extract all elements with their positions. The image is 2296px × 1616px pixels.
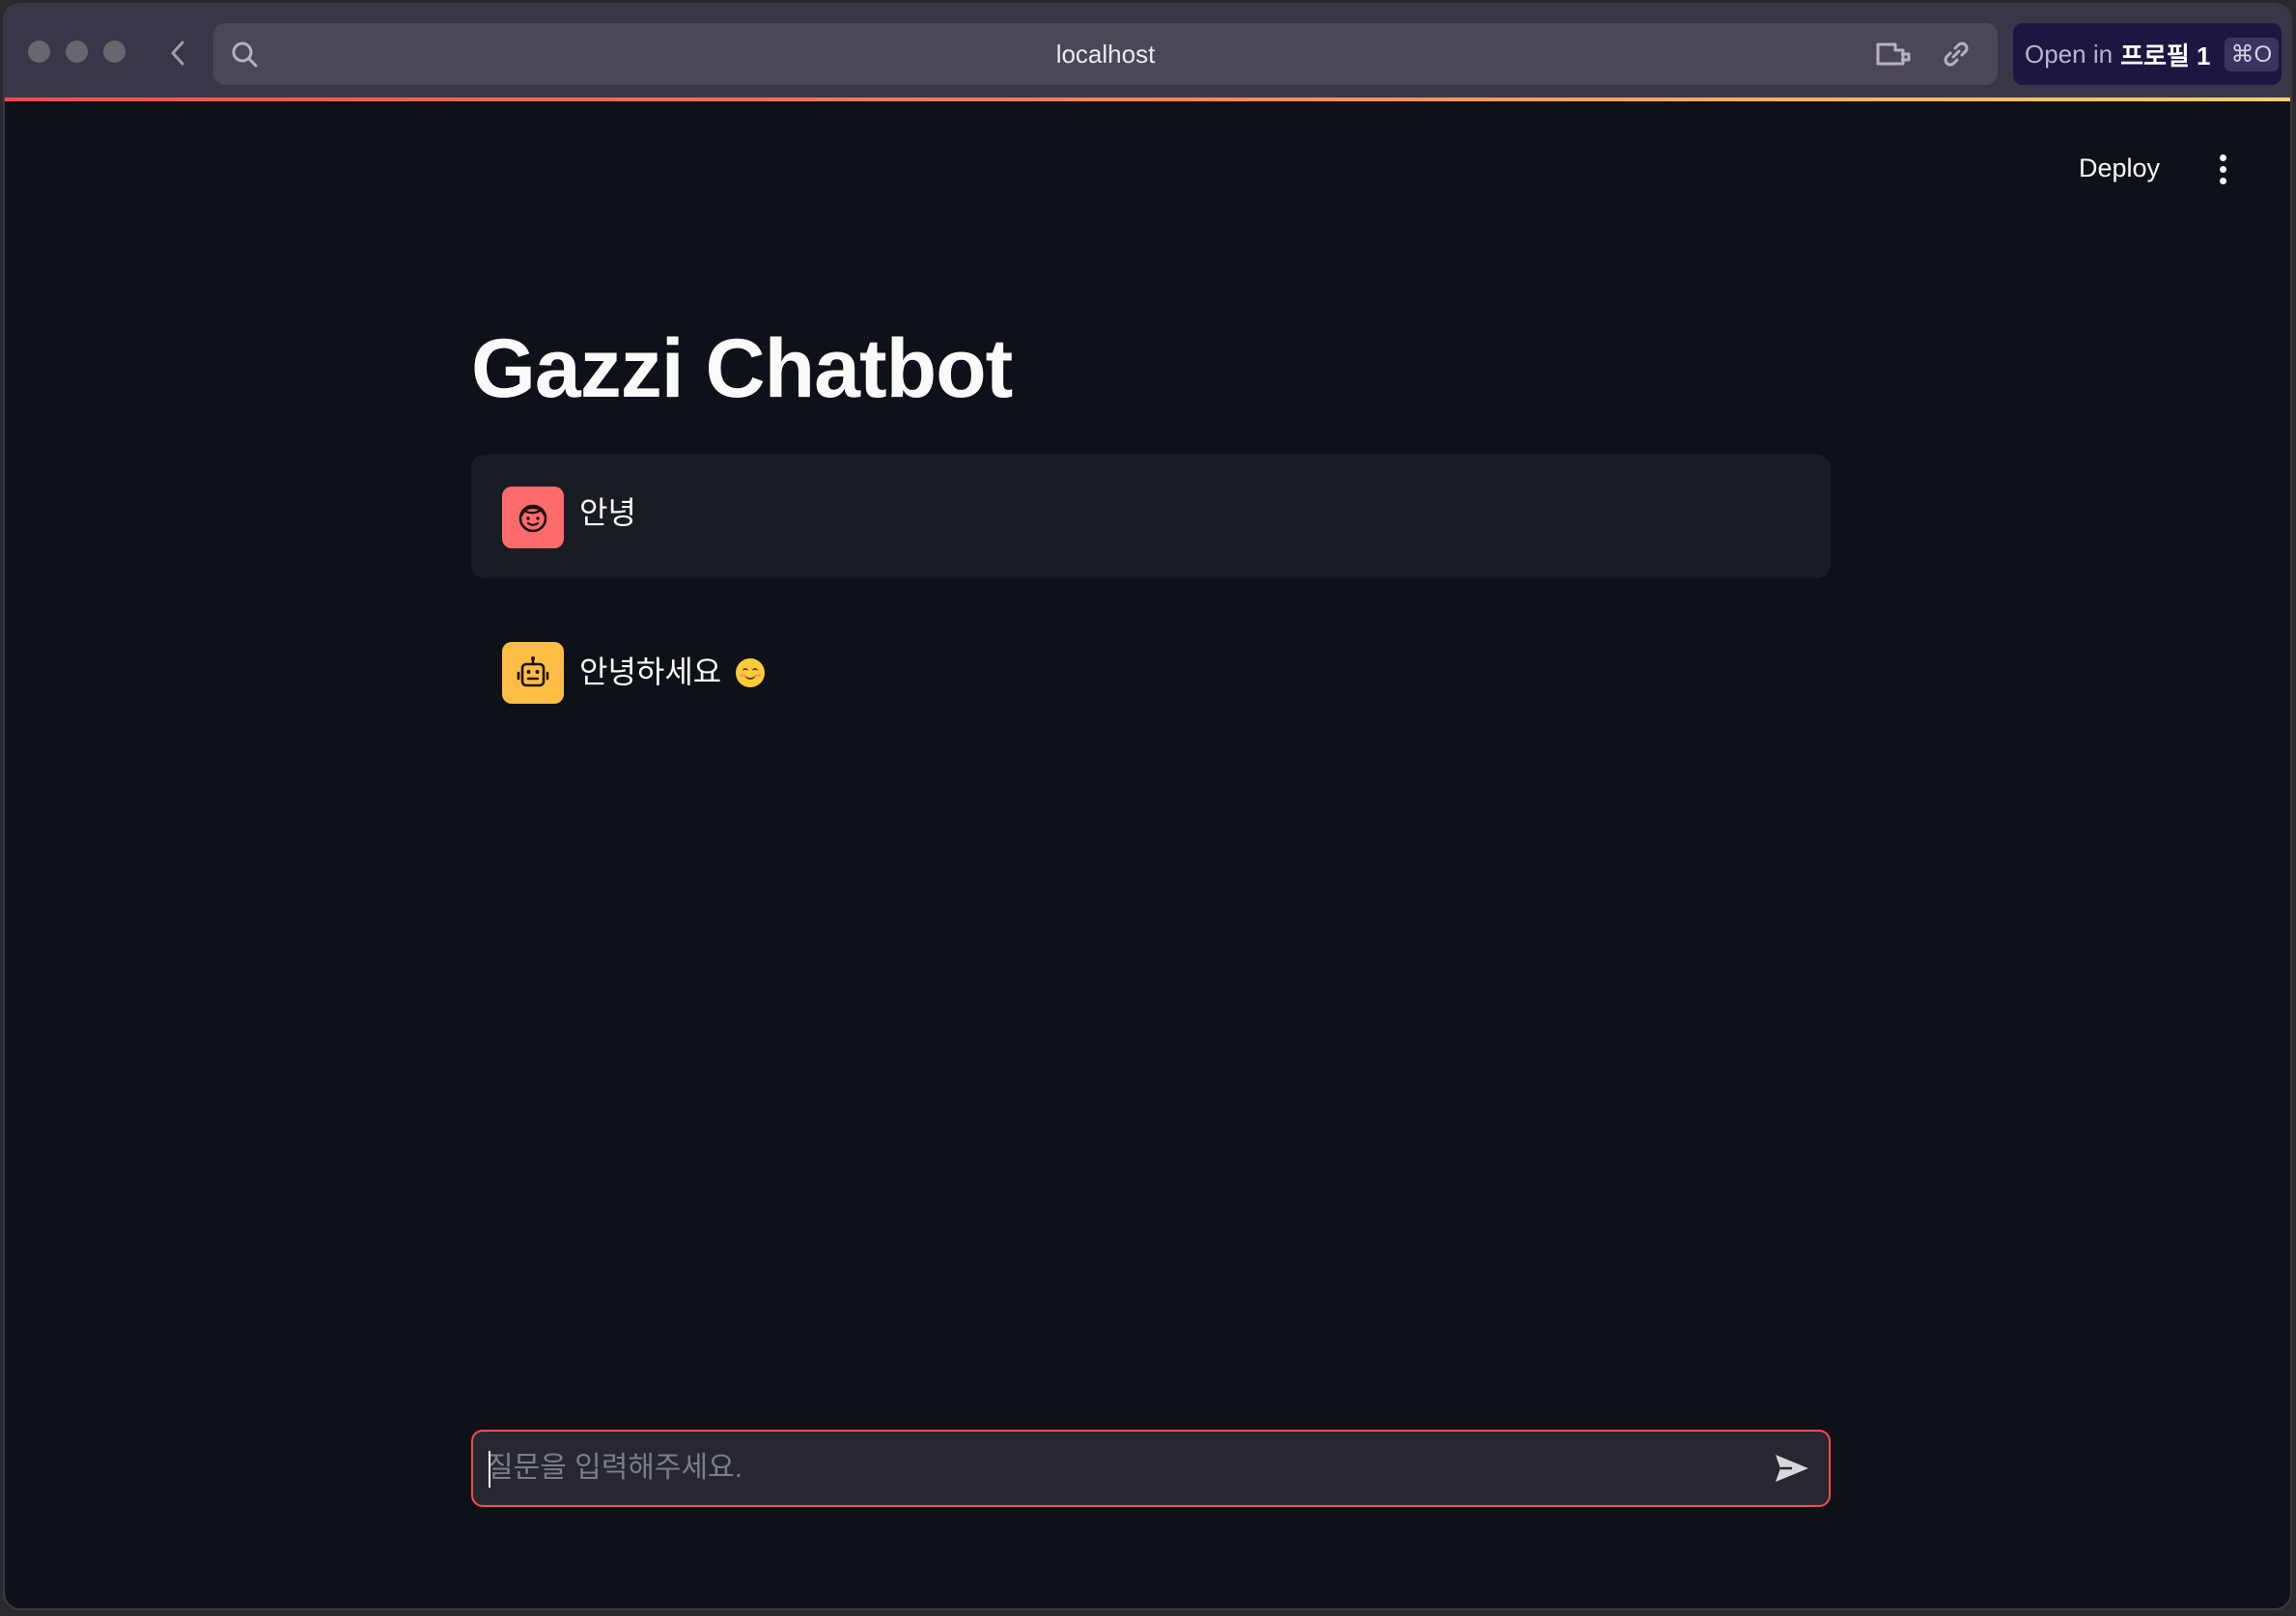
message-text: 안녕하세요: [579, 610, 766, 734]
message-text: 안녕: [579, 495, 636, 530]
main-menu-button[interactable]: [2208, 150, 2237, 188]
chat-input[interactable]: [487, 1432, 1742, 1505]
link-icon[interactable]: [1940, 38, 1973, 70]
more-vertical-icon: [2219, 153, 2226, 161]
profile-name: 프로필 1: [2120, 41, 2211, 70]
back-button[interactable]: [161, 34, 194, 72]
message-text-content: 안녕하세요: [579, 655, 722, 689]
close-window-button[interactable]: [28, 41, 50, 63]
chat-input-box: [471, 1430, 1831, 1507]
page-title: Gazzi Chatbot: [471, 322, 1013, 415]
smiling-face-emoji-icon: [736, 657, 766, 687]
send-button[interactable]: [1771, 1449, 1813, 1488]
robot-icon: [517, 656, 549, 687]
minimize-window-button[interactable]: [66, 41, 88, 63]
address-bar[interactable]: localhost: [213, 23, 1998, 85]
browser-toolbar: localhost Open in 프로필 1 ⌘O: [5, 5, 2290, 98]
zoom-window-button[interactable]: [103, 41, 126, 63]
browser-window: localhost Open in 프로필 1 ⌘O Deploy Gazzi …: [3, 3, 2292, 1610]
assistant-avatar: [502, 642, 564, 704]
chat-message-assistant: 안녕하세요: [471, 610, 1831, 734]
chevron-left-icon: [171, 41, 184, 66]
shortcut-badge: ⌘O: [2224, 37, 2280, 71]
deploy-button[interactable]: Deploy: [2073, 150, 2166, 187]
text-caret: [489, 1451, 490, 1488]
user-avatar: [502, 487, 564, 548]
open-in-label: Open in: [2025, 39, 2114, 69]
window-controls: [28, 41, 126, 63]
open-in-profile-button[interactable]: Open in 프로필 1 ⌘O: [2013, 23, 2282, 85]
app-top-accent-bar: [5, 98, 2290, 101]
extension-icon[interactable]: [1874, 39, 1913, 71]
chat-message-user: 안녕: [471, 455, 1831, 578]
send-icon: [1776, 1455, 1808, 1482]
face-icon: [518, 504, 547, 533]
url-text: localhost: [1055, 40, 1156, 69]
